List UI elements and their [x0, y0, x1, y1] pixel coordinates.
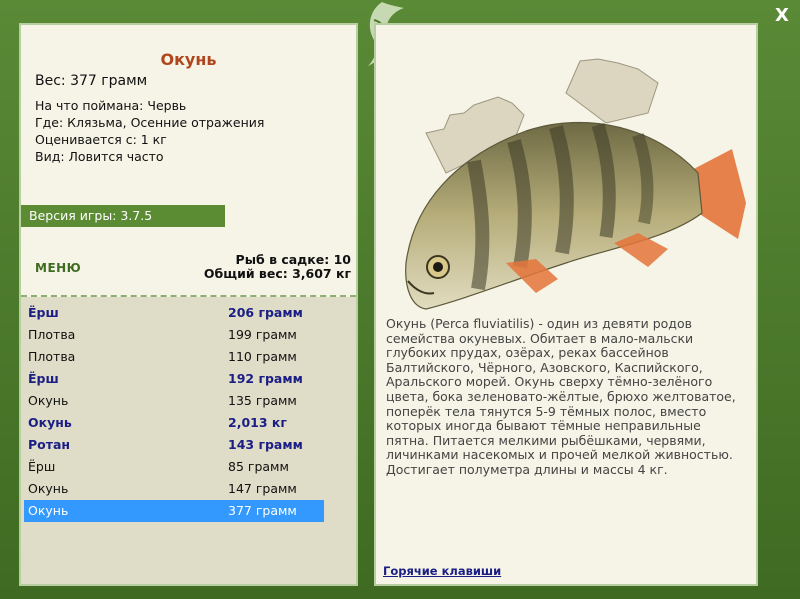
- catch-row-weight: 377 грамм: [228, 503, 297, 518]
- fish-location: Где: Клязьма, Осенние отражения: [35, 115, 265, 130]
- catch-list: Ёрш 206 грамм Плотва 199 грамм Плотва 110 гра…: [21, 297, 356, 584]
- catch-row-weight: 135 грамм: [228, 393, 297, 408]
- catch-row-fish-name: Плотва: [28, 349, 76, 364]
- total-weight: Общий вес: 3,607 кг: [203, 266, 351, 281]
- catch-row-fish-name: Плотва: [28, 327, 76, 342]
- close-button[interactable]: X: [772, 6, 792, 26]
- catch-row[interactable]: Окунь 135 грамм: [24, 390, 324, 412]
- fish-description: Окунь (Perca fluviatilis) - один из девя…: [386, 316, 736, 477]
- catch-row-fish-name: Окунь: [28, 503, 69, 518]
- fish-count: Рыб в садке: 10: [235, 252, 351, 267]
- catch-row-fish-name: Ёрш: [28, 459, 56, 474]
- catch-row-fish-name: Ротан: [28, 437, 71, 452]
- catch-row[interactable]: Ротан 143 грамм: [24, 434, 324, 456]
- catch-row-weight: 192 грамм: [228, 371, 303, 386]
- fish-weight: Вес: 377 грамм: [35, 73, 148, 89]
- catch-row-weight: 110 грамм: [228, 349, 297, 364]
- catch-row-weight: 206 грамм: [228, 305, 303, 320]
- game-version: Версия игры: 3.7.5: [21, 205, 225, 227]
- fish-description-panel: Окунь (Perca fluviatilis) - один из девя…: [374, 23, 758, 586]
- catch-row-fish-name: Окунь: [28, 393, 69, 408]
- fish-kind: Вид: Ловится часто: [35, 149, 164, 164]
- catch-row-fish-name: Ёрш: [28, 371, 59, 386]
- catch-row-weight: 2,013 кг: [228, 415, 287, 430]
- catch-row-fish-name: Окунь: [28, 481, 69, 496]
- fish-rated-from: Оценивается с: 1 кг: [35, 132, 167, 147]
- catch-row[interactable]: Плотва 110 грамм: [24, 346, 324, 368]
- fish-title: Окунь: [160, 50, 217, 69]
- keepnet-stats: Рыб в садке: 10 Общий вес: 3,607 кг: [204, 253, 351, 281]
- catch-row-weight: 199 грамм: [228, 327, 297, 342]
- catch-row-fish-name: Ёрш: [28, 305, 59, 320]
- fish-bait: На что поймана: Червь: [35, 98, 187, 113]
- catch-row[interactable]: Ёрш 192 грамм: [24, 368, 324, 390]
- catch-row-weight: 147 грамм: [228, 481, 297, 496]
- catch-row[interactable]: Ёрш 85 грамм: [24, 456, 324, 478]
- catch-row[interactable]: Окунь 377 грамм: [24, 500, 324, 522]
- fish-details: На что поймана: Червь Где: Клязьма, Осен…: [35, 97, 264, 165]
- catch-row-fish-name: Окунь: [28, 415, 72, 430]
- catch-row[interactable]: Окунь 2,013 кг: [24, 412, 324, 434]
- menu-button[interactable]: МЕНЮ: [35, 261, 81, 275]
- catch-row[interactable]: Плотва 199 грамм: [24, 324, 324, 346]
- catch-row-weight: 85 грамм: [228, 459, 289, 474]
- hotkeys-link[interactable]: Горячие клавиши: [383, 564, 501, 578]
- catch-row[interactable]: Окунь 147 грамм: [24, 478, 324, 500]
- catch-row[interactable]: Ёрш 206 грамм: [24, 302, 324, 324]
- perch-image: [405, 58, 746, 310]
- fish-info-panel: Окунь Вес: 377 грамм На что поймана: Чер…: [19, 23, 358, 586]
- catch-row-weight: 143 грамм: [228, 437, 303, 452]
